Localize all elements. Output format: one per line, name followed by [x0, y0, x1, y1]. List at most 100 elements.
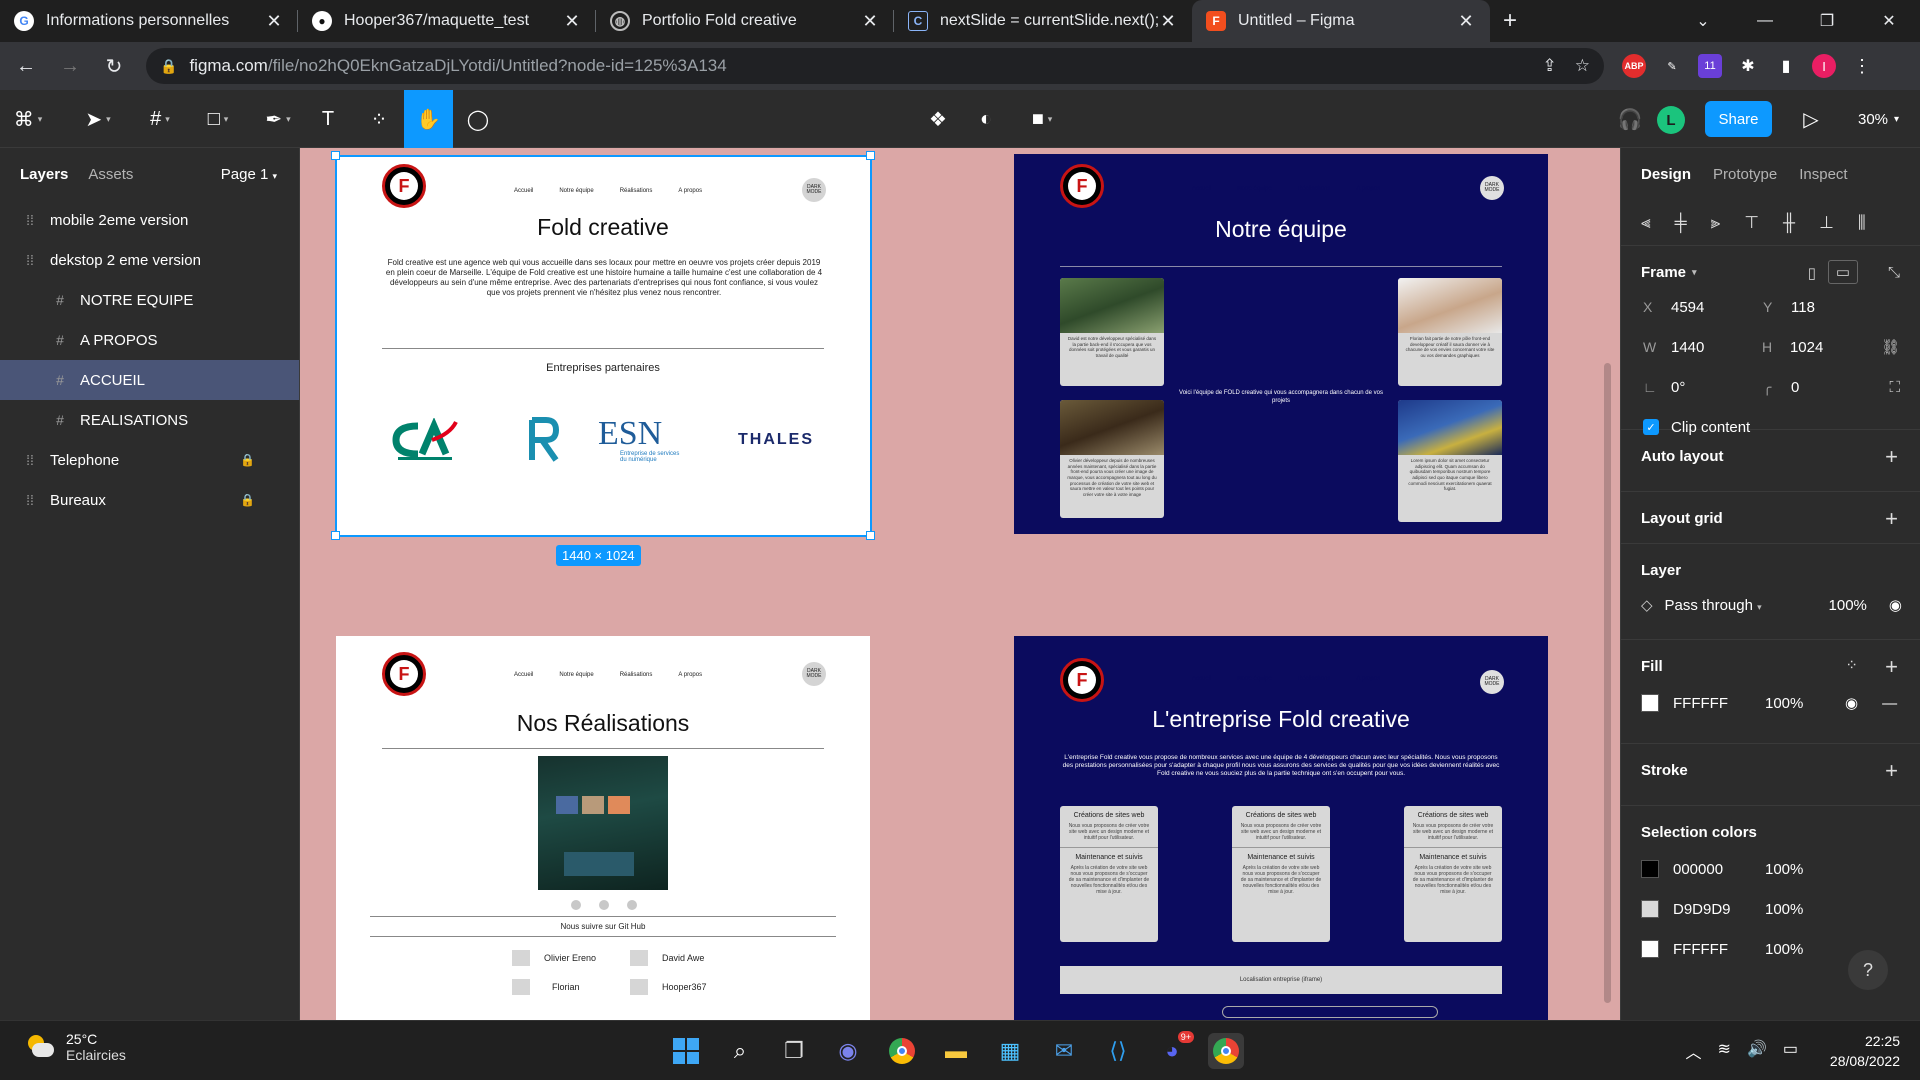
weather-widget[interactable]: 25°C Eclaircies [24, 1031, 126, 1063]
reload-icon[interactable]: ↻ [96, 48, 132, 84]
add-layout-grid-icon[interactable]: + [1885, 506, 1898, 532]
styles-grid-icon[interactable]: ⁘ [1845, 656, 1858, 674]
pen-tool-icon[interactable]: ✒ ▾ [256, 90, 300, 148]
frame-tool-icon[interactable]: # ▾ [138, 90, 182, 148]
browser-tab[interactable]: G Informations personnelles ✕ [0, 0, 298, 42]
github-profile-link[interactable]: Florian [512, 979, 580, 995]
align-left-icon[interactable]: ⫷ [1641, 213, 1651, 233]
tab-layers[interactable]: Layers [20, 166, 68, 183]
fill-row[interactable]: FFFFFF 100% ◉ — [1621, 683, 1920, 723]
browser-tab-active[interactable]: F Untitled – Figma ✕ [1192, 0, 1490, 42]
portrait-icon[interactable]: ▯ [1808, 264, 1816, 282]
layer-item[interactable]: # NOTRE EQUIPE [0, 280, 299, 320]
rotation-field[interactable]: ∟ 0° [1643, 379, 1763, 396]
github-profile-link[interactable]: Olivier Ereno [512, 950, 596, 966]
tab-assets[interactable]: Assets [88, 166, 133, 183]
forward-arrow-icon[interactable]: → [52, 48, 88, 84]
browser-tab[interactable]: C nextSlide = currentSlide.next(); | C ✕ [894, 0, 1192, 42]
resources-tool-icon[interactable]: ⁘ [362, 90, 396, 148]
remove-fill-icon[interactable]: — [1882, 695, 1897, 712]
frame-realisations[interactable]: F Accueil Notre équipe Réalisations A pr… [336, 636, 870, 1020]
battery-icon[interactable]: ▭ [1783, 1039, 1798, 1063]
boolean-icon[interactable]: ■ ▾ [1020, 90, 1064, 148]
url-input[interactable]: 🔒 figma.com /file/no2hQ0EknGatzaDjLYotdi… [146, 48, 1604, 84]
zoom-dropdown[interactable]: 30% ▾ [1858, 90, 1899, 148]
layer-item[interactable]: ⁞⁞ dekstop 2 eme version [0, 240, 299, 280]
chrome-icon[interactable] [884, 1033, 920, 1069]
canvas-scrollbar[interactable] [1604, 363, 1611, 1003]
close-icon[interactable]: ✕ [860, 11, 880, 32]
close-icon[interactable]: ✕ [562, 11, 582, 32]
volume-icon[interactable]: 🔊 [1747, 1039, 1767, 1063]
align-top-icon[interactable]: ⊤ [1744, 213, 1759, 233]
frame-accueil[interactable]: F Accueil Notre équipe Réalisations A pr… [336, 156, 870, 536]
component-icon[interactable]: ❖ [920, 90, 956, 148]
color-swatch[interactable] [1641, 940, 1659, 958]
eye-icon[interactable]: ◉ [1889, 596, 1902, 614]
resize-handle[interactable] [331, 151, 340, 160]
headphones-icon[interactable]: 🎧 [1612, 90, 1648, 148]
resize-handle[interactable] [866, 151, 875, 160]
contrast-icon[interactable]: ◐ [968, 90, 1004, 148]
landscape-icon[interactable]: ▭ [1828, 260, 1858, 284]
share-page-icon[interactable]: ⇪ [1543, 56, 1557, 76]
color-swatch[interactable] [1641, 860, 1659, 878]
wifi-icon[interactable]: ≋ [1718, 1039, 1731, 1063]
constrain-proportions-icon[interactable]: ⛓ [1881, 338, 1900, 356]
close-icon[interactable]: ✕ [1456, 11, 1476, 32]
x-field[interactable]: X 4594 [1643, 299, 1763, 316]
width-field[interactable]: W 1440 [1643, 339, 1762, 356]
height-field[interactable]: H 1024 [1762, 339, 1881, 356]
frame-dropdown[interactable]: Frame ▾ [1621, 246, 1920, 281]
puzzle-icon[interactable]: ✱ [1736, 54, 1760, 78]
share-button[interactable]: Share [1705, 101, 1772, 137]
chrome-active-icon[interactable] [1208, 1033, 1244, 1069]
help-button[interactable]: ? [1848, 950, 1888, 990]
present-play-icon[interactable]: ▷ [1796, 90, 1826, 148]
tab-inspect[interactable]: Inspect [1799, 166, 1847, 183]
align-bottom-icon[interactable]: ⊥ [1819, 213, 1834, 233]
resize-fit-icon[interactable]: ⤡ [1888, 264, 1900, 281]
adblock-icon[interactable]: ABP [1622, 54, 1646, 78]
independent-corners-icon[interactable]: ⛶ [1889, 379, 1900, 396]
layer-opacity[interactable]: 100% [1829, 597, 1867, 614]
text-tool-icon[interactable]: T [313, 90, 343, 148]
carousel-dots[interactable] [571, 900, 637, 910]
page-dropdown[interactable]: Page 1 ▾ [221, 166, 277, 183]
hand-tool-icon[interactable]: ✋ [404, 90, 453, 148]
selection-color-row[interactable]: D9D9D9 100% [1621, 889, 1920, 929]
tab-prototype[interactable]: Prototype [1713, 166, 1777, 183]
browser-tab[interactable]: ◍ Portfolio Fold creative ✕ [596, 0, 894, 42]
minimize-icon[interactable]: — [1734, 0, 1796, 42]
extension-badge-icon[interactable]: 11 [1698, 54, 1722, 78]
tab-design[interactable]: Design [1641, 166, 1691, 183]
selection-color-row[interactable]: 000000 100% [1621, 849, 1920, 889]
resize-handle[interactable] [866, 531, 875, 540]
eye-icon[interactable]: ◉ [1845, 694, 1858, 712]
file-explorer-icon[interactable]: ▬ [938, 1033, 974, 1069]
figma-menu-icon[interactable]: ⌘ ▾ [8, 90, 48, 148]
more-menu-icon[interactable]: ⋮ [1850, 54, 1874, 78]
back-arrow-icon[interactable]: ← [8, 48, 44, 84]
blend-mode-dropdown[interactable]: Pass through ▾ [1665, 597, 1762, 614]
windows-start-icon[interactable] [668, 1033, 704, 1069]
clock[interactable]: 22:25 28/08/2022 [1830, 1031, 1900, 1071]
shape-tool-icon[interactable]: □ ▾ [196, 90, 240, 148]
layer-item[interactable]: ⁞⁞ Telephone 🔒 [0, 440, 299, 480]
close-icon[interactable]: ✕ [1158, 11, 1178, 32]
chevron-up-icon[interactable]: ︿ [1686, 1039, 1702, 1063]
frame-notre-equipe[interactable]: F Accueil Notre équipe Réalisations A pr… [1014, 154, 1548, 534]
add-auto-layout-icon[interactable]: + [1885, 444, 1898, 470]
layer-item[interactable]: ⁞⁞ mobile 2eme version [0, 200, 299, 240]
project-screenshot[interactable] [538, 756, 668, 890]
canvas[interactable]: F Accueil Notre équipe Réalisations A pr… [300, 148, 1620, 1020]
github-profile-link[interactable]: David Awe [630, 950, 704, 966]
corner-radius-field[interactable]: ╭ 0 [1763, 379, 1883, 396]
vscode-icon[interactable]: ⟨⟩ [1100, 1033, 1136, 1069]
align-right-icon[interactable]: ⫸ [1711, 213, 1721, 233]
layer-item[interactable]: ⁞⁞ Bureaux 🔒 [0, 480, 299, 520]
new-tab-button[interactable]: + [1490, 0, 1530, 42]
task-view-icon[interactable]: ❐ [776, 1033, 812, 1069]
resize-handle[interactable] [331, 531, 340, 540]
bookmark-star-icon[interactable]: ☆ [1575, 56, 1590, 76]
